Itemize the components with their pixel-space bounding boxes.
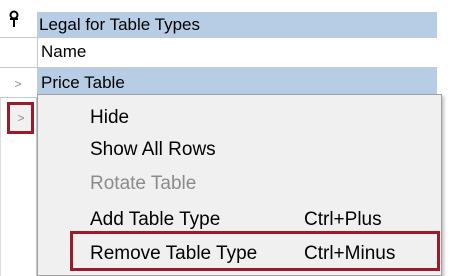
menu-item-label: Rotate Table: [90, 173, 197, 194]
menu-item-show-all-rows[interactable]: Show All Rows: [39, 133, 440, 167]
menu-item-hide[interactable]: Hide: [39, 101, 440, 135]
menu-item-rotate-table: Rotate Table: [39, 167, 440, 201]
chevron-right-icon[interactable]: >: [15, 111, 27, 125]
pin-icon[interactable]: [7, 10, 21, 30]
remove-table-type-highlight: [70, 231, 440, 271]
grid-gutter-border: [0, 98, 1, 276]
menu-item-label: Hide: [90, 107, 130, 128]
chevron-right-icon[interactable]: >: [12, 77, 24, 91]
menu-item-label: Show All Rows: [90, 139, 216, 160]
row-expander-highlight[interactable]: >: [7, 102, 34, 134]
grid-title: Legal for Table Types: [37, 12, 437, 37]
name-column-header[interactable]: Name: [37, 37, 437, 68]
